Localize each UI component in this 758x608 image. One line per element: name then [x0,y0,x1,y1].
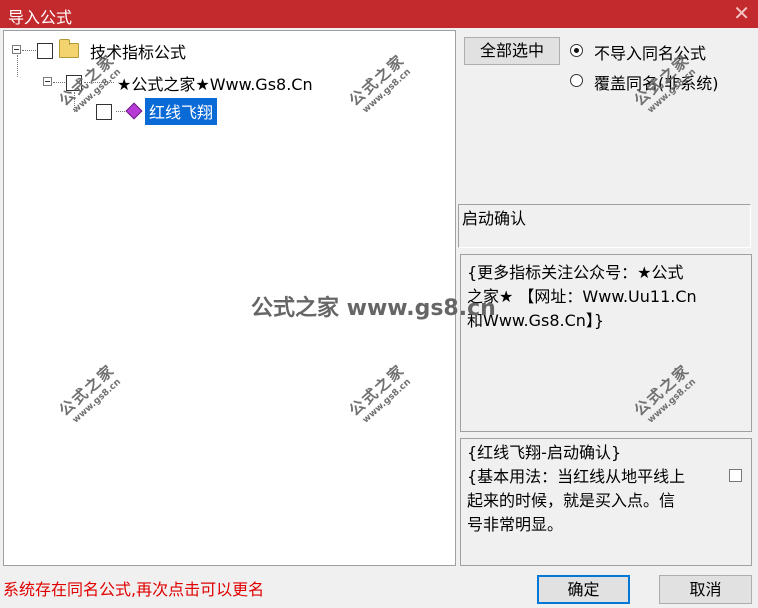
usage-line-2: {基本用法：当红线从地平线上 [467,467,686,486]
status-message: 系统存在同名公式,再次点击可以更名 [3,580,265,599]
confirm-button[interactable]: 确定 [537,575,630,604]
group-collapse-toggle[interactable] [43,77,52,86]
tree-connector [116,111,125,112]
tree-connector [17,55,18,77]
tree-root-label[interactable]: 技术指标公式 [90,39,186,63]
description-line-2: 之家★ 【网址：Www.Uu11.Cn [467,287,697,306]
folder-icon [59,39,79,58]
close-icon[interactable]: ✕ [733,1,750,25]
tree-group-label[interactable]: ★公式之家★Www.Gs8.Cn [117,71,313,95]
option-no-import-same-label[interactable]: 不导入同名公式 [594,40,706,64]
window-title: 导入公式 [8,8,73,27]
cancel-button[interactable]: 取消 [659,575,752,604]
group-checkbox[interactable] [66,75,82,91]
formula-name-text: 启动确认 [462,209,527,228]
watermark-center: 公式之家 www.gs8.cn [251,296,496,321]
tree-connector [22,50,36,51]
formula-usage-panel: {红线飞翔-启动确认} {基本用法：当红线从地平线上 起来的时候，就是买入点。信… [460,438,752,566]
option-overwrite-same-label[interactable]: 覆盖同名(非系统) [594,70,719,94]
title-bar: 导入公式 ✕ [0,0,758,28]
radio-no-import-same[interactable] [570,44,583,57]
dialog-body: 技术指标公式 ★公式之家★Www.Gs8.Cn 红线飞翔 全部选中 不导入同名公… [0,28,758,608]
purple-gem-icon [125,102,143,120]
root-checkbox[interactable] [37,43,53,59]
tree-connector [53,82,65,83]
tree-item-selected[interactable]: 红线飞翔 [145,98,218,125]
usage-line-3: 起来的时候，就是买入点。信 [467,491,676,510]
root-collapse-toggle[interactable] [12,45,21,54]
usage-line-1: {红线飞翔-启动确认} [467,443,622,462]
usage-option-checkbox[interactable] [729,469,742,482]
radio-overwrite-same[interactable] [570,74,583,87]
select-all-button[interactable]: 全部选中 [464,37,560,65]
item-checkbox[interactable] [96,104,112,120]
tree-connector [74,92,75,112]
description-line-1: {更多指标关注公众号：★公式 [467,263,684,282]
tree-connector [84,82,114,83]
formula-description-panel: {更多指标关注公众号：★公式 之家★ 【网址：Www.Uu11.Cn 和Www.… [460,254,752,432]
usage-line-4: 号非常明显。 [467,515,564,534]
formula-name-box: 启动确认 [458,204,751,248]
